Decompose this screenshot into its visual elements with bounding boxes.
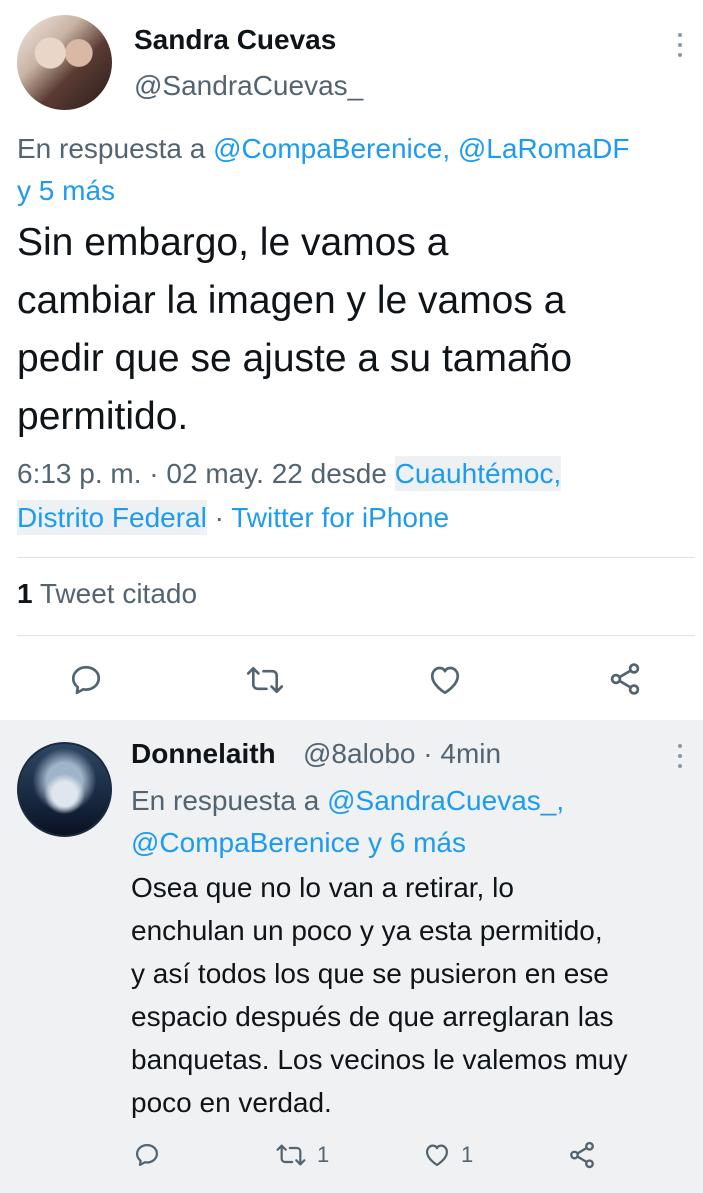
reply-text-line: y así todos los que se pusieron en ese bbox=[131, 958, 609, 989]
like-icon bbox=[425, 1144, 449, 1167]
tweet-text-line: pedir que se ajuste a su tamaño bbox=[17, 337, 573, 380]
reply-tweet[interactable]: Donnelaith @8alobo · 4min En respuesta a… bbox=[0, 720, 703, 1193]
reply-text: Osea que no lo van a retirar, lo enchula… bbox=[131, 866, 628, 1124]
reply-mention-link[interactable]: @SandraCuevas_, bbox=[327, 785, 564, 816]
reply-context: En respuesta a @SandraCuevas_, @CompaBer… bbox=[131, 780, 691, 864]
like-count: 1 bbox=[461, 1142, 474, 1167]
location-link[interactable]: Cuauhtémoc, bbox=[394, 456, 562, 491]
reply-time-ago: · 4min bbox=[415, 738, 502, 769]
share-button[interactable] bbox=[607, 660, 643, 698]
divider bbox=[17, 635, 695, 636]
retweet-count: 1 bbox=[317, 1142, 330, 1167]
reply-text-line: banquetas. Los vecinos le valemos muy bbox=[131, 1044, 628, 1075]
retweet-button[interactable] bbox=[246, 662, 284, 698]
reply-more-link[interactable]: y 5 más bbox=[17, 175, 115, 206]
tweet-timestamp[interactable]: 6:13 p. m. · 02 may. 22 desde bbox=[17, 458, 395, 489]
reply-author-avatar[interactable] bbox=[17, 742, 112, 837]
reply-icon bbox=[71, 665, 101, 695]
retweet-icon bbox=[276, 1144, 306, 1166]
share-button[interactable] bbox=[567, 1140, 597, 1170]
like-button[interactable] bbox=[427, 662, 463, 698]
author-handle[interactable]: @SandraCuevas_ bbox=[134, 70, 363, 102]
main-tweet: Sandra Cuevas @SandraCuevas_ En respuest… bbox=[0, 0, 703, 718]
author-name[interactable]: Sandra Cuevas bbox=[134, 24, 336, 56]
reply-author-name[interactable]: Donnelaith bbox=[131, 738, 276, 770]
reply-mentions-more-link[interactable]: @CompaBerenice y 6 más bbox=[131, 827, 466, 858]
reply-mentions-link[interactable]: @CompaBerenice, @LaRomaDF bbox=[213, 133, 629, 164]
tweet-text-line: cambiar la imagen y le vamos a bbox=[17, 279, 566, 322]
more-icon[interactable] bbox=[678, 33, 682, 63]
tweet-meta: 6:13 p. m. · 02 may. 22 desde Cuauhtémoc… bbox=[17, 452, 697, 540]
more-icon[interactable] bbox=[678, 744, 682, 774]
tweet-text-line: Sin embargo, le vamos a bbox=[17, 221, 449, 264]
tweet-text-line: permitido. bbox=[17, 395, 189, 438]
reply-text-line: enchulan un poco y ya esta permitido, bbox=[131, 915, 603, 946]
retweet-button[interactable]: 1 bbox=[275, 1141, 329, 1169]
retweet-icon bbox=[246, 666, 284, 694]
divider bbox=[17, 557, 695, 558]
quoted-count: 1 bbox=[17, 578, 33, 609]
reply-author-handle: @8alobo · 4min bbox=[303, 738, 501, 770]
like-icon bbox=[430, 666, 460, 695]
meta-separator: · bbox=[206, 502, 232, 533]
reply-prefix: En respuesta a bbox=[17, 133, 214, 164]
reply-button[interactable] bbox=[133, 1141, 161, 1169]
quoted-tweets-stat[interactable]: 1 Tweet citado bbox=[17, 578, 197, 610]
reply-prefix: En respuesta a bbox=[131, 785, 328, 816]
source-link[interactable]: Twitter for iPhone bbox=[231, 502, 449, 533]
tweet-text: Sin embargo, le vamos a cambiar la image… bbox=[17, 214, 572, 446]
like-button[interactable]: 1 bbox=[423, 1141, 473, 1169]
reply-text-line: espacio después de que arreglaran las bbox=[131, 1001, 614, 1032]
reply-icon bbox=[135, 1143, 159, 1167]
author-avatar[interactable] bbox=[17, 15, 112, 110]
location-link-2[interactable]: Distrito Federal bbox=[17, 500, 207, 535]
reply-text-line: poco en verdad. bbox=[131, 1087, 332, 1118]
quoted-label: Tweet citado bbox=[32, 578, 198, 609]
reply-context: En respuesta a @CompaBerenice, @LaRomaDF… bbox=[17, 128, 697, 212]
reply-handle-text[interactable]: @8alobo bbox=[303, 738, 416, 769]
reply-button[interactable] bbox=[68, 662, 104, 698]
share-icon bbox=[570, 1141, 594, 1169]
reply-text-line: Osea que no lo van a retirar, lo bbox=[131, 872, 514, 903]
share-icon bbox=[610, 663, 640, 695]
